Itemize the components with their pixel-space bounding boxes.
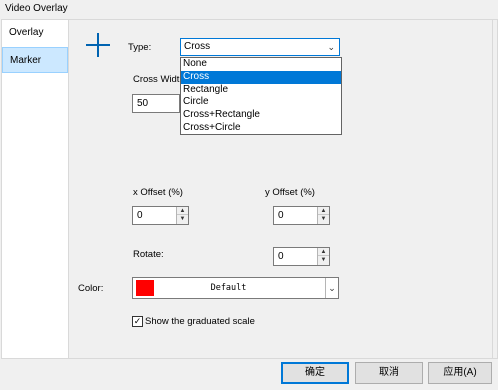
rotate-down-icon[interactable]: ▼ xyxy=(318,256,329,264)
rotate-value: 0 xyxy=(278,251,284,262)
type-option-cross-circle[interactable]: Cross+Circle xyxy=(181,122,341,135)
y-offset-spinner[interactable]: 0 ▲ ▼ xyxy=(273,206,330,225)
graduated-scale-label: Show the graduated scale xyxy=(145,316,255,327)
y-offset-label: y Offset (%) xyxy=(265,187,315,198)
cross-marker-icon xyxy=(86,33,110,57)
rotate-spinner[interactable]: 0 ▲ ▼ xyxy=(273,247,330,266)
cancel-button[interactable]: 取消 xyxy=(355,362,423,384)
x-offset-down-icon[interactable]: ▼ xyxy=(177,215,188,223)
color-label: Color: xyxy=(78,283,104,294)
color-select-value: Default xyxy=(210,283,247,293)
type-label: Type: xyxy=(128,42,152,53)
cross-width-label: Cross Widt xyxy=(133,74,180,85)
type-select[interactable]: Cross ⌄ xyxy=(180,38,340,56)
type-select-value: Cross xyxy=(184,41,211,52)
type-option-circle[interactable]: Circle xyxy=(181,96,341,109)
rotate-label: Rotate: xyxy=(133,249,164,260)
cross-width-spinner[interactable]: 50 xyxy=(132,94,180,113)
rotate-up-icon[interactable]: ▲ xyxy=(318,248,329,256)
x-offset-spin-buttons: ▲ ▼ xyxy=(176,207,188,224)
x-offset-label: x Offset (%) xyxy=(133,187,183,198)
y-offset-value: 0 xyxy=(278,210,284,221)
apply-button[interactable]: 应用(A) xyxy=(428,362,492,384)
graduated-scale-checkbox[interactable]: ✓ xyxy=(132,316,143,327)
type-dropdown-list: None Cross Rectangle Circle Cross+Rectan… xyxy=(180,57,342,135)
cross-width-value: 50 xyxy=(137,98,149,109)
panel-divider xyxy=(492,19,493,359)
x-offset-value: 0 xyxy=(137,210,143,221)
chevron-down-icon: ⌄ xyxy=(325,278,338,298)
sidebar-item-marker[interactable]: Marker xyxy=(2,47,68,73)
chevron-down-icon: ⌄ xyxy=(327,42,335,52)
type-option-cross-rectangle[interactable]: Cross+Rectangle xyxy=(181,109,341,122)
type-option-cross[interactable]: Cross xyxy=(181,70,341,84)
type-option-none[interactable]: None xyxy=(181,58,341,71)
rotate-spin-buttons: ▲ ▼ xyxy=(317,248,329,265)
x-offset-up-icon[interactable]: ▲ xyxy=(177,207,188,215)
type-option-rectangle[interactable]: Rectangle xyxy=(181,84,341,97)
sidebar: Overlay Marker xyxy=(1,19,68,359)
y-offset-down-icon[interactable]: ▼ xyxy=(318,215,329,223)
color-select[interactable]: Default ⌄ xyxy=(132,277,339,299)
sidebar-item-overlay[interactable]: Overlay xyxy=(2,20,68,46)
window-title: Video Overlay xyxy=(5,3,68,14)
ok-button[interactable]: 确定 xyxy=(281,362,349,384)
y-offset-up-icon[interactable]: ▲ xyxy=(318,207,329,215)
x-offset-spinner[interactable]: 0 ▲ ▼ xyxy=(132,206,189,225)
y-offset-spin-buttons: ▲ ▼ xyxy=(317,207,329,224)
